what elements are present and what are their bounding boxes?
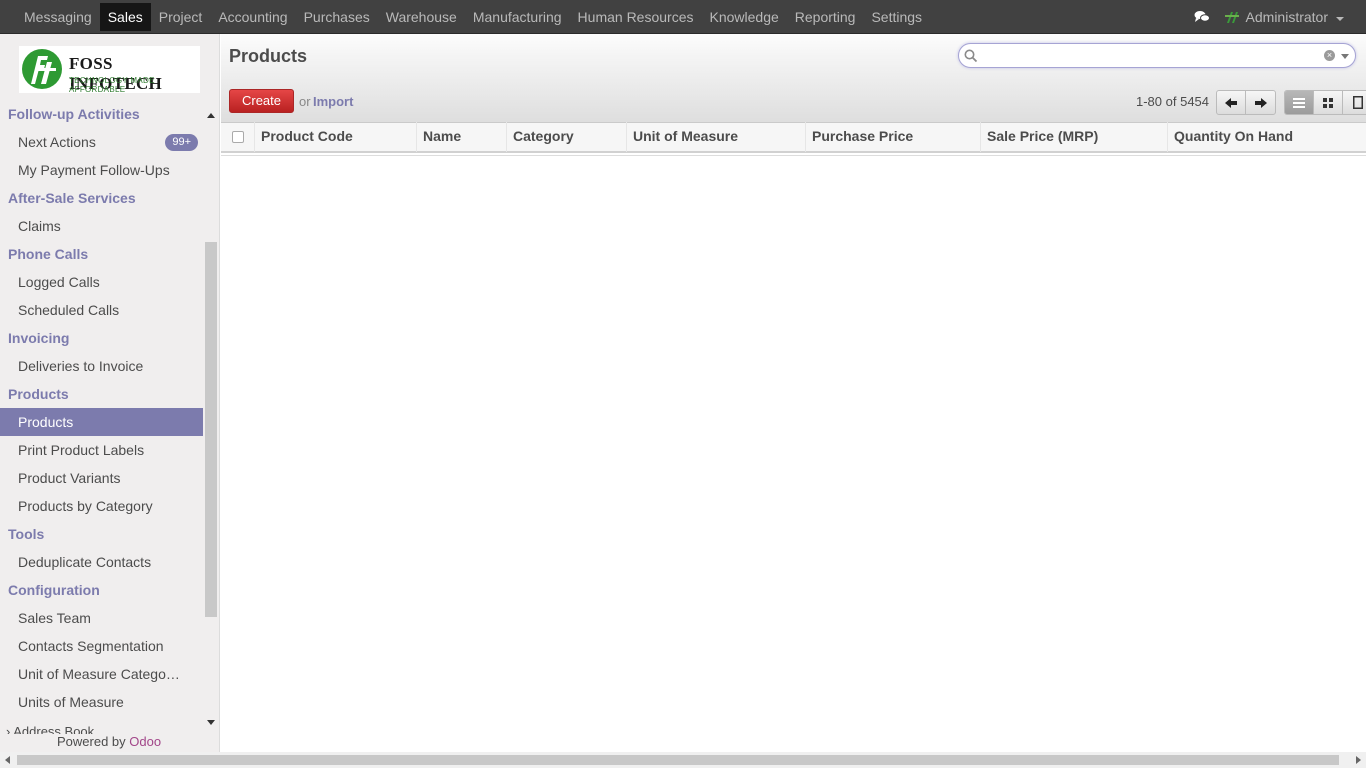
scrollbar-thumb[interactable] [205, 242, 217, 617]
sidebar-item-products-by-category[interactable]: Products by Category [0, 492, 203, 520]
scroll-down-icon[interactable] [207, 720, 215, 725]
app-project[interactable]: Project [151, 3, 211, 31]
chevron-down-icon [1336, 16, 1344, 21]
column-name[interactable]: Name [417, 122, 507, 152]
app-settings[interactable]: Settings [863, 3, 930, 31]
app-purchases[interactable]: Purchases [296, 3, 378, 31]
topbar-right: Administrator [1194, 0, 1344, 34]
sidebar-item-sales-team[interactable]: Sales Team [0, 604, 203, 632]
column-product-code[interactable]: Product Code [255, 122, 417, 152]
section-configuration: Configuration [8, 582, 100, 598]
sidebar-item-scheduled-calls[interactable]: Scheduled Calls [0, 296, 203, 324]
column-sale-price-mrp[interactable]: Sale Price (MRP) [981, 122, 1168, 152]
top-navbar: Messaging Sales Project Accounting Purch… [0, 0, 1366, 34]
app-messaging[interactable]: Messaging [16, 3, 100, 31]
previous-page-button[interactable] [1217, 91, 1246, 114]
sidebar-item-claims[interactable]: Claims [0, 212, 203, 240]
search-input[interactable]: × [958, 43, 1356, 68]
sidebar-item-products[interactable]: Products [0, 408, 203, 436]
scrollbar-thumb[interactable] [17, 755, 1339, 765]
section-invoicing: Invoicing [8, 330, 70, 346]
list-view-icon [1293, 97, 1305, 108]
chat-bubbles-icon[interactable] [1194, 10, 1210, 24]
sidebar-item-address-book[interactable]: › Address Book [6, 724, 94, 734]
section-follow-up-activities: Follow-up Activities [8, 106, 140, 122]
sidebar-item-my-payment-follow-ups[interactable]: My Payment Follow-Ups [0, 156, 203, 184]
foss-logo-mark-icon [22, 49, 62, 89]
app-manufacturing[interactable]: Manufacturing [465, 3, 570, 31]
or-label: or [299, 94, 311, 109]
section-phone-calls: Phone Calls [8, 246, 89, 262]
arrow-right-icon [1254, 97, 1267, 108]
section-products: Products [8, 386, 69, 402]
sidebar-menu: Follow-up Activities Next Actions 99+ My… [0, 100, 203, 732]
app-menu: Messaging Sales Project Accounting Purch… [16, 0, 930, 34]
count-badge: 99+ [165, 134, 198, 151]
column-unit-of-measure[interactable]: Unit of Measure [627, 122, 806, 152]
import-link[interactable]: Import [313, 94, 353, 109]
company-logo[interactable]: FOSS INFOTECH TECHNOLOGY MADE AFFORDABLE [19, 46, 200, 94]
clear-circle-icon[interactable]: × [1324, 50, 1335, 61]
column-category[interactable]: Category [507, 122, 627, 152]
logo-tagline: TECHNOLOGY MADE AFFORDABLE [69, 76, 155, 94]
column-purchase-price[interactable]: Purchase Price [806, 122, 981, 152]
odoo-link[interactable]: Odoo [129, 734, 161, 749]
arrow-left-icon [1225, 97, 1237, 108]
page-title: Products [229, 46, 308, 66]
kanban-view-icon [1323, 97, 1333, 108]
app-knowledge[interactable]: Knowledge [701, 3, 786, 31]
sidebar-scrollbar[interactable] [204, 109, 218, 729]
user-avatar-icon [1223, 9, 1240, 25]
select-all-checkbox[interactable] [221, 122, 255, 152]
search-options-chevron-icon[interactable] [1341, 54, 1349, 59]
sidebar-item-logged-calls[interactable]: Logged Calls [0, 268, 203, 296]
form-view-button[interactable] [1343, 91, 1366, 114]
sidebar-item-unit-of-measure-categories[interactable]: Unit of Measure Catego… [0, 660, 203, 688]
app-reporting[interactable]: Reporting [787, 3, 864, 31]
sidebar-item-deliveries-to-invoice[interactable]: Deliveries to Invoice [0, 352, 203, 380]
app-human-resources[interactable]: Human Resources [570, 3, 702, 31]
sidebar-item-print-product-labels[interactable]: Print Product Labels [0, 436, 203, 464]
user-menu[interactable]: Administrator [1223, 9, 1344, 25]
app-accounting[interactable]: Accounting [210, 3, 295, 31]
sidebar-item-product-variants[interactable]: Product Variants [0, 464, 203, 492]
horizontal-scrollbar[interactable] [0, 752, 1366, 768]
sidebar-item-contacts-segmentation[interactable]: Contacts Segmentation [0, 632, 203, 660]
sidebar-item-label: Next Actions [18, 134, 96, 150]
control-panel: Products × Create or Import 1-80 of 5454 [221, 34, 1366, 123]
sidebar-item-deduplicate-contacts[interactable]: Deduplicate Contacts [0, 548, 203, 576]
user-name: Administrator [1245, 9, 1328, 25]
main-content: Products × Create or Import 1-80 of 5454 [221, 34, 1366, 752]
sidebar-item-units-of-measure[interactable]: Units of Measure [0, 688, 203, 716]
pager-buttons [1216, 90, 1276, 115]
magnifier-icon [964, 49, 978, 63]
scroll-right-icon[interactable] [1356, 756, 1361, 764]
section-tools: Tools [8, 526, 45, 542]
scroll-left-icon[interactable] [5, 756, 10, 764]
sidebar: FOSS INFOTECH TECHNOLOGY MADE AFFORDABLE… [0, 34, 220, 752]
next-page-button[interactable] [1246, 91, 1275, 114]
table-header: Product Code Name Category Unit of Measu… [221, 122, 1366, 153]
sidebar-item-next-actions[interactable]: Next Actions 99+ [0, 128, 203, 156]
form-view-icon [1352, 96, 1363, 109]
powered-by: Powered by Odoo [57, 734, 162, 749]
column-quantity-on-hand[interactable]: Quantity On Hand [1168, 122, 1366, 152]
scroll-up-icon[interactable] [207, 113, 215, 118]
app-warehouse[interactable]: Warehouse [378, 3, 465, 31]
list-view-button[interactable] [1285, 91, 1314, 114]
kanban-view-button[interactable] [1314, 91, 1343, 114]
list-body [221, 155, 1366, 752]
app-sales[interactable]: Sales [99, 3, 151, 31]
pager-value[interactable]: 1-80 of 5454 [1136, 94, 1209, 109]
create-button[interactable]: Create [229, 89, 294, 113]
section-after-sale-services: After-Sale Services [8, 190, 136, 206]
view-switcher [1284, 90, 1366, 115]
